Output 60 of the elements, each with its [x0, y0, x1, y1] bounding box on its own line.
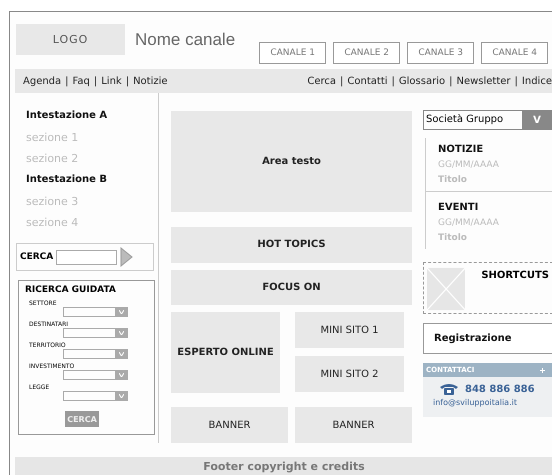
nav-separator: |	[449, 76, 452, 86]
nav-separator: |	[126, 76, 130, 86]
dropdown-toggle[interactable]: V	[522, 111, 552, 129]
section-heading[interactable]: Intestazione B	[15, 169, 158, 191]
text-area-block: Area testo	[171, 111, 412, 212]
nav-link[interactable]: Notizie	[133, 76, 168, 86]
nav-link[interactable]: Agenda	[23, 76, 62, 86]
plus-icon	[540, 368, 545, 372]
go-arrow-icon[interactable]	[120, 247, 134, 267]
shortcuts-title[interactable]: SHORTCUTS	[481, 270, 549, 281]
focus-on-block[interactable]: FOCUS ON	[171, 270, 412, 306]
search-field[interactable]	[56, 250, 118, 264]
dropdown[interactable]	[63, 370, 128, 380]
nav-link[interactable]: Cerca	[307, 76, 336, 86]
email-link[interactable]: info@sviluppoitalia.it	[423, 398, 552, 407]
banner[interactable]: BANNER	[171, 407, 288, 444]
expert-online-block[interactable]: ESPERTO ONLINE	[171, 312, 280, 394]
news-date: GG/MM/AAAA	[438, 160, 500, 170]
channel-name: Nome canale	[135, 30, 236, 50]
nav-link[interactable]: Newsletter	[456, 76, 511, 86]
phone-icon	[439, 382, 459, 396]
mini-site-block[interactable]: MINI SITO 1	[295, 312, 404, 348]
caret-icon	[118, 394, 124, 398]
registration-button[interactable]: Registrazione	[423, 323, 552, 354]
nav-separator: |	[340, 76, 344, 86]
caret-icon	[118, 373, 124, 377]
nav-separator: |	[392, 76, 395, 86]
nav-separator: |	[65, 76, 69, 86]
search-label: CERCA	[20, 252, 54, 262]
logo[interactable]: LOGO	[16, 24, 125, 55]
caret-icon	[118, 310, 124, 314]
nav-link[interactable]: Indice	[522, 76, 552, 86]
phone-number: 848 886 886	[465, 384, 535, 394]
dropdown[interactable]	[63, 307, 128, 317]
dropdown[interactable]	[63, 328, 128, 338]
news-heading: NOTIZIE	[438, 144, 484, 155]
nav-separator: |	[514, 76, 518, 86]
banner[interactable]: BANNER	[295, 407, 412, 444]
caret-icon	[118, 352, 124, 356]
channel-tab[interactable]: CANALE 1	[259, 42, 326, 64]
nav-link[interactable]: Faq	[72, 76, 90, 86]
panel-title: RICERCA GUIDATA	[25, 285, 117, 295]
image-placeholder-icon	[427, 267, 466, 311]
dropdown[interactable]	[63, 391, 128, 401]
channel-tab[interactable]: CANALE 4	[481, 42, 548, 64]
nav-link[interactable]: Contatti	[347, 76, 388, 86]
news-heading: EVENTI	[438, 202, 480, 213]
channel-tab[interactable]: CANALE 3	[407, 42, 474, 64]
section-heading[interactable]: Intestazione A	[15, 105, 158, 127]
mini-site-block[interactable]: MINI SITO 2	[295, 356, 404, 392]
hot-topics-block[interactable]: HOT TOPICS	[171, 227, 412, 263]
nav-separator: |	[94, 76, 98, 86]
caret-icon	[118, 331, 124, 335]
news-date: GG/MM/AAAA	[438, 218, 500, 228]
nav-link[interactable]: Glossario	[398, 76, 446, 86]
nav-link[interactable]: Link	[101, 76, 122, 86]
channel-tab[interactable]: CANALE 2	[333, 42, 400, 64]
company-dropdown[interactable]: Società Gruppo V	[423, 110, 552, 130]
footer-text: Footer copyright e credits	[203, 460, 365, 473]
dropdown[interactable]	[63, 349, 128, 359]
